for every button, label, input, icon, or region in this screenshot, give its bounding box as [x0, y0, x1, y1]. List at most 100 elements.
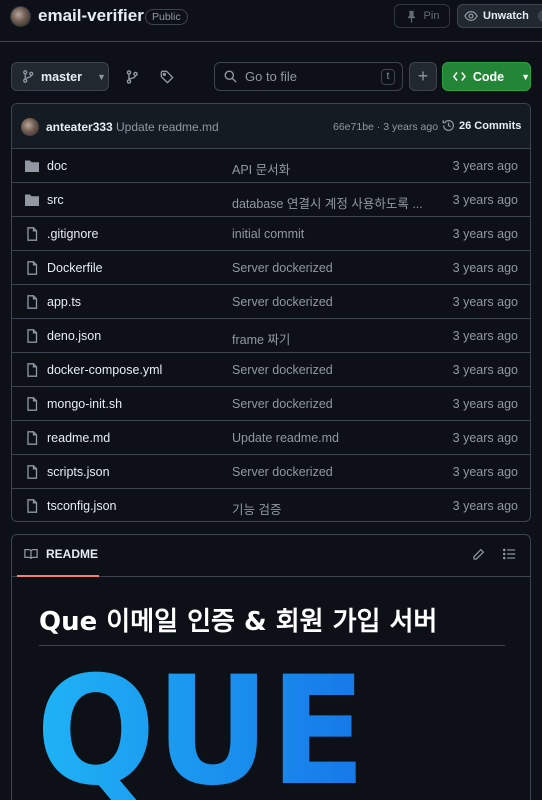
file-name[interactable]: doc: [47, 159, 67, 173]
file-updated-time: 3 years ago: [452, 329, 518, 343]
book-icon: [24, 549, 38, 559]
file-last-commit[interactable]: initial commit: [232, 227, 304, 241]
file-last-commit[interactable]: Server dockerized: [232, 363, 333, 377]
que-logo-text: QUE: [36, 647, 366, 800]
unwatch-label: Unwatch: [483, 10, 529, 22]
file-row[interactable]: doc API 문서화 3 years ago: [12, 149, 530, 183]
file-updated-time: 3 years ago: [452, 499, 518, 513]
repo-name[interactable]: email-verifier: [38, 6, 144, 26]
commit-message[interactable]: Update readme.md: [116, 120, 219, 134]
commit-author-avatar[interactable]: [21, 118, 39, 136]
file-row[interactable]: src database 연결시 계정 사용하도록 ... 3 years ago: [12, 183, 530, 217]
folder-icon: [25, 160, 39, 172]
edit-readme-button[interactable]: [472, 548, 485, 564]
pencil-icon: [473, 548, 485, 560]
file-updated-time: 3 years ago: [452, 227, 518, 241]
file-row[interactable]: Dockerfile Server dockerized 3 years ago: [12, 251, 530, 285]
file-icon: [27, 261, 38, 275]
header-divider: [0, 41, 542, 42]
file-row[interactable]: docker-compose.yml Server dockerized 3 yea…: [12, 353, 530, 387]
file-row[interactable]: mongo-init.sh Server dockerized 3 years ag…: [12, 387, 530, 421]
file-name[interactable]: readme.md: [47, 431, 110, 445]
file-row[interactable]: .gitignore initial commit 3 years ago: [12, 217, 530, 251]
file-name[interactable]: tsconfig.json: [47, 499, 116, 513]
file-updated-time: 3 years ago: [452, 295, 518, 309]
chevron-down-icon: ▼: [521, 71, 530, 82]
file-updated-time: 3 years ago: [452, 193, 518, 207]
file-icon: [27, 295, 38, 309]
file-last-commit[interactable]: database 연결시 계정 사용하도록 ...: [232, 193, 423, 212]
file-name[interactable]: mongo-init.sh: [47, 397, 122, 411]
file-name[interactable]: deno.json: [47, 329, 101, 343]
file-row[interactable]: readme.md Update readme.md 3 years ago: [12, 421, 530, 455]
file-name[interactable]: Dockerfile: [47, 261, 103, 275]
file-row[interactable]: tsconfig.json 기능 검증 3 years ago: [12, 489, 530, 521]
file-name[interactable]: scripts.json: [47, 465, 110, 479]
branch-selector[interactable]: master ▼: [11, 62, 109, 91]
code-label: Code: [472, 69, 505, 84]
file-browser: anteater333 Update readme.md 66e71be · 3…: [11, 103, 531, 522]
file-icon: [27, 499, 38, 513]
tags-button[interactable]: [154, 64, 180, 90]
file-icon: [27, 431, 38, 445]
branches-button[interactable]: [119, 64, 145, 90]
file-updated-time: 3 years ago: [452, 363, 518, 377]
file-last-commit[interactable]: API 문서화: [232, 159, 290, 178]
commit-author[interactable]: anteater333: [46, 120, 113, 134]
file-icon: [27, 363, 38, 377]
branch-icon: [23, 70, 34, 83]
file-last-commit[interactable]: 기능 검증: [232, 499, 281, 518]
readme-tab-label: README: [46, 547, 99, 561]
commits-history-link[interactable]: 26 Commits: [442, 119, 521, 132]
repo-toolbar: master ▼ Go to file t + Code ▼: [0, 62, 542, 92]
plus-icon: +: [417, 66, 429, 86]
file-icon: [27, 329, 38, 343]
outline-button[interactable]: [502, 548, 516, 563]
readme-tab[interactable]: README: [24, 547, 98, 561]
file-row[interactable]: app.ts Server dockerized 3 years ago: [12, 285, 530, 319]
file-name[interactable]: app.ts: [47, 295, 81, 309]
file-last-commit[interactable]: frame 짜기: [232, 329, 290, 348]
file-icon: [27, 397, 38, 411]
file-name[interactable]: docker-compose.yml: [47, 363, 162, 377]
code-icon: [453, 72, 466, 81]
file-last-commit[interactable]: Server dockerized: [232, 295, 333, 309]
pin-icon: [407, 10, 415, 23]
file-updated-time: 3 years ago: [452, 465, 518, 479]
branch-name: master: [41, 69, 82, 84]
commit-hash-and-time[interactable]: 66e71be · 3 years ago: [333, 121, 438, 133]
watcher-count: 2: [537, 10, 542, 22]
file-last-commit[interactable]: Update readme.md: [232, 431, 339, 445]
visibility-badge: Public: [145, 9, 188, 25]
que-logo: QUE: [36, 647, 366, 800]
readme-heading: Que 이메일 인증 & 회원 가입 서버: [39, 607, 438, 637]
file-last-commit[interactable]: Server dockerized: [232, 397, 333, 411]
search-icon: [224, 70, 237, 83]
file-last-commit[interactable]: Server dockerized: [232, 465, 333, 479]
pin-label: Pin: [423, 10, 440, 22]
file-name[interactable]: .gitignore: [47, 227, 98, 241]
list-icon: [502, 548, 516, 560]
pin-button[interactable]: Pin: [394, 4, 450, 28]
repo-header: email-verifier Public Pin Unwatch 2: [0, 0, 542, 40]
eye-icon: [464, 11, 478, 21]
owner-avatar[interactable]: [10, 6, 31, 27]
folder-icon: [25, 194, 39, 206]
file-icon: [27, 465, 38, 479]
file-last-commit[interactable]: Server dockerized: [232, 261, 333, 275]
branches-icon: [126, 70, 138, 84]
go-to-file-input[interactable]: Go to file t: [214, 62, 403, 91]
code-button[interactable]: Code ▼: [442, 62, 531, 91]
latest-commit-bar: anteater333 Update readme.md 66e71be · 3…: [12, 104, 530, 149]
add-file-button[interactable]: +: [409, 62, 437, 91]
keyboard-shortcut-hint: t: [381, 69, 395, 85]
chevron-down-icon: ▼: [97, 71, 106, 82]
file-updated-time: 3 years ago: [452, 397, 518, 411]
file-row[interactable]: scripts.json Server dockerized 3 years ago: [12, 455, 530, 489]
file-updated-time: 3 years ago: [452, 159, 518, 173]
file-list: doc API 문서화 3 years ago src database 연결시 계정 …: [12, 149, 530, 521]
file-name[interactable]: src: [47, 193, 64, 207]
unwatch-button[interactable]: Unwatch 2: [457, 4, 542, 28]
search-placeholder: Go to file: [245, 69, 298, 84]
file-row[interactable]: deno.json frame 짜기 3 years ago: [12, 319, 530, 353]
